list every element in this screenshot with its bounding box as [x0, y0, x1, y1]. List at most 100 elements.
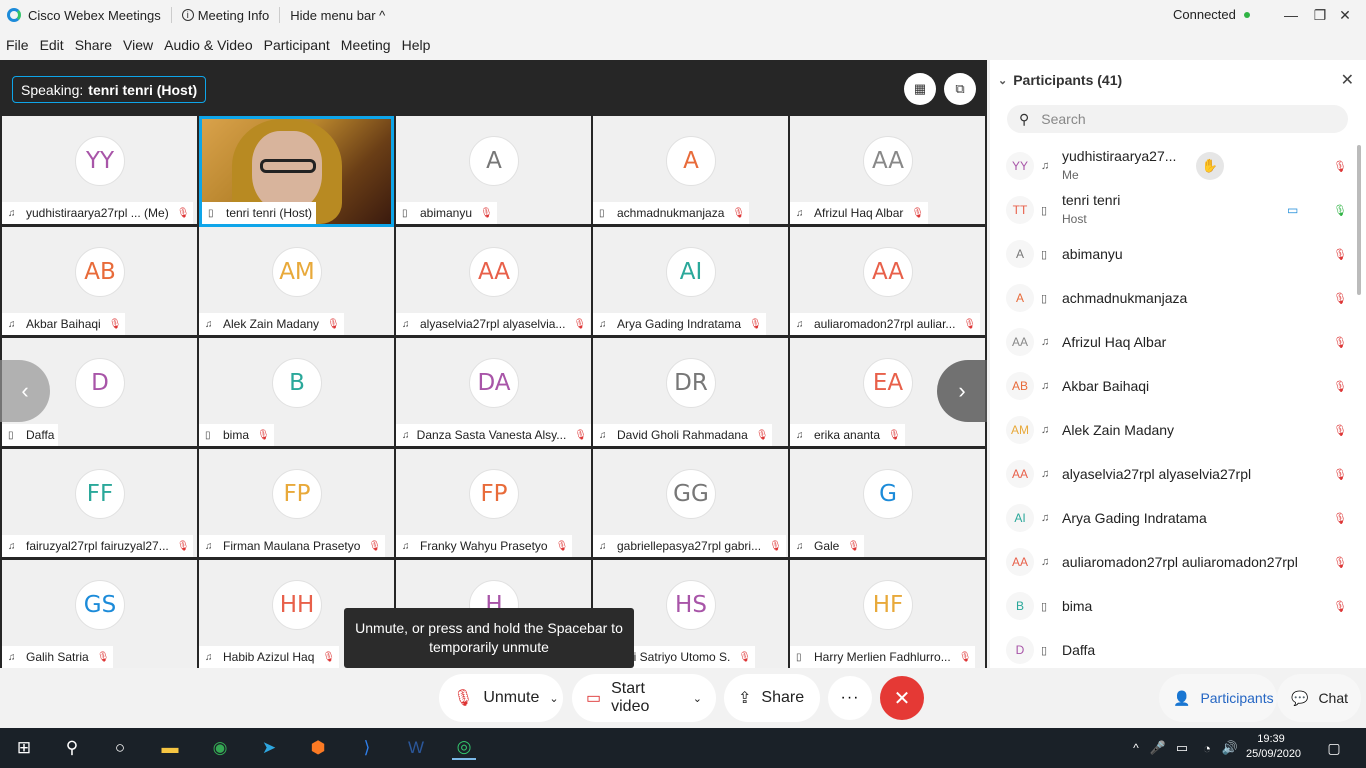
participant-list-item[interactable]: AB ♫ Akbar Baihaqi 🎙 [990, 364, 1366, 408]
participant-list-item[interactable]: AM ♫ Alek Zain Madany 🎙 [990, 408, 1366, 452]
chevron-down-icon[interactable]: ⌄ [549, 692, 558, 705]
participant-tile[interactable]: FP ♫ Firman Maulana Prasetyo 🎙 [199, 449, 394, 557]
menu-help[interactable]: Help [402, 37, 431, 53]
participant-list-item[interactable]: AA ♫ alyaselvia27rpl alyaselvia27rpl 🎙 [990, 452, 1366, 496]
microphone-icon[interactable]: 🎤 [1146, 736, 1170, 760]
participant-tile[interactable]: B ▯ bima 🎙 [199, 338, 394, 446]
avatar: AM [272, 247, 322, 297]
battery-icon[interactable]: ▭ [1170, 736, 1194, 760]
participant-list-item[interactable]: AA ♫ Afrizul Haq Albar 🎙 [990, 320, 1366, 364]
title-bar: Cisco Webex Meetings i Meeting Info Hide… [0, 0, 1366, 30]
task-view-icon[interactable]: ○ [108, 736, 132, 760]
participant-tile[interactable]: DR ♫ David Gholi Rahmadana 🎙 [593, 338, 788, 446]
menu-edit[interactable]: Edit [40, 37, 64, 53]
participant-tile[interactable]: FF ♫ fairuzyal27rpl fairuzyal27... 🎙 [2, 449, 197, 557]
collapse-chevron-icon[interactable]: ⌄ [998, 74, 1007, 87]
leave-meeting-button[interactable]: ✕ [880, 676, 924, 720]
participant-tile[interactable]: GG ♫ gabriellepasya27rpl gabri... 🎙 [593, 449, 788, 557]
participant-search-input[interactable]: ⚲ Search [1007, 105, 1348, 133]
participant-tile[interactable]: GS ♫ Galih Satria 🎙 [2, 560, 197, 668]
wifi-icon[interactable]: ◔ [1195, 736, 1219, 760]
participant-tile[interactable]: AM ♫ Alek Zain Madany 🎙 [199, 227, 394, 335]
hide-menu-bar-button[interactable]: Hide menu bar ^ [290, 8, 385, 23]
participant-list-item[interactable]: B ▯ bima 🎙 [990, 584, 1366, 628]
telegram-icon[interactable]: ➤ [257, 736, 281, 760]
mic-muted-icon: 🎙 [257, 429, 270, 441]
start-video-button[interactable]: ▭ Start video ⌄ [572, 674, 716, 722]
participant-name: David Gholi Rahmadana [617, 428, 748, 442]
avatar: DA [469, 358, 519, 408]
participant-tile[interactable]: FP ♫ Franky Wahyu Prasetyo 🎙 [396, 449, 591, 557]
meeting-controls: 🎙 Unmute ⌄ ▭ Start video ⌄ ⇪ Share ··· ✕… [0, 668, 1366, 728]
meeting-info-button[interactable]: i Meeting Info [181, 8, 269, 23]
participant-tile[interactable]: AA ♫ alyaselvia27rpl alyaselvia... 🎙 [396, 227, 591, 335]
close-panel-button[interactable]: ✕ [1341, 70, 1354, 90]
menu-meeting[interactable]: Meeting [341, 37, 391, 53]
mic-muted-icon: 🎙 [453, 690, 474, 707]
word-icon[interactable]: W [404, 736, 428, 760]
mic-muted-icon: 🎙 [1333, 556, 1347, 569]
raise-hand-button[interactable]: ✋ [1196, 152, 1224, 180]
xampp-icon[interactable]: ⬢ [306, 736, 330, 760]
participant-list-item[interactable]: AI ♫ Arya Gading Indratama 🎙 [990, 496, 1366, 540]
participant-tile[interactable]: YY ♫ yudhistiraarya27rpl ... (Me) 🎙 [2, 116, 197, 224]
participant-tile[interactable]: AA ♫ auliaromadon27rpl auliar... 🎙 [790, 227, 985, 335]
participant-tile[interactable]: G ♫ Gale 🎙 [790, 449, 985, 557]
popout-button[interactable]: ⧉ [944, 73, 976, 105]
participant-tile[interactable]: A ▯ achmadnukmanjaza 🎙 [593, 116, 788, 224]
participant-name: Daffa [1062, 642, 1096, 658]
participant-tile[interactable]: AB ♫ Akbar Baihaqi 🎙 [2, 227, 197, 335]
notifications-icon[interactable]: ▢ [1322, 736, 1346, 760]
headset-icon: ♫ [205, 540, 213, 552]
participant-name: alyaselvia27rpl alyaselvia... [420, 317, 566, 331]
participant-list-item[interactable]: A ▯ achmadnukmanjaza 🎙 [990, 276, 1366, 320]
menu-view[interactable]: View [123, 37, 153, 53]
participant-tile[interactable]: A ▯ abimanyu 🎙 [396, 116, 591, 224]
participant-name: Danza Sasta Vanesta Alsy... [416, 428, 567, 442]
participants-panel: ⌄ Participants (41) ✕ ⚲ Search YY ♫ yudhis… [990, 60, 1366, 668]
menu-file[interactable]: File [6, 37, 29, 53]
windows-start-icon[interactable]: ⊞ [12, 736, 36, 760]
system-clock[interactable]: 19:39 25/09/2020 [1246, 732, 1301, 762]
participant-name: Akbar Baihaqi [26, 317, 101, 331]
file-explorer-icon[interactable]: ▬ [158, 736, 182, 760]
chevron-right-icon: › [958, 378, 966, 403]
tray-chevron-icon[interactable]: ^ [1124, 736, 1148, 760]
close-window-button[interactable]: ✕ [1322, 0, 1366, 30]
participant-list-item[interactable]: TT ▯ tenri tenri Host ▭ 🎙 [990, 188, 1366, 232]
video-off-icon: ▭ [586, 690, 602, 707]
participant-tile[interactable]: AI ♫ Arya Gading Indratama 🎙 [593, 227, 788, 335]
headset-icon: ♫ [1041, 160, 1050, 172]
unmute-button[interactable]: 🎙 Unmute ⌄ [439, 674, 563, 722]
search-icon[interactable]: ⚲ [60, 736, 84, 760]
panel-scrollbar[interactable] [1357, 145, 1361, 295]
menu-participant[interactable]: Participant [264, 37, 330, 53]
participant-tile[interactable]: AA ♫ Afrizul Haq Albar 🎙 [790, 116, 985, 224]
menu-audio-video[interactable]: Audio & Video [164, 37, 252, 53]
participant-tile[interactable]: ▯ tenri tenri (Host) [199, 116, 394, 227]
participant-list-item[interactable]: AA ♫ auliaromadon27rpl auliaromadon27rpl 🎙 [990, 540, 1366, 584]
participant-list-item[interactable]: A ▯ abimanyu 🎙 [990, 232, 1366, 276]
chat-button[interactable]: 💬 Chat [1277, 674, 1361, 722]
participant-tile[interactable]: DA ♫ Danza Sasta Vanesta Alsy... 🎙 [396, 338, 591, 446]
share-button[interactable]: ⇪ Share [724, 674, 820, 722]
start-video-label: Start video [611, 680, 650, 715]
participant-list-item[interactable]: YY ♫ yudhistiraarya27... Me ✋ 🎙 [990, 144, 1366, 188]
participants-toggle-button[interactable]: 👤 Participants [1159, 674, 1277, 722]
more-options-button[interactable]: ··· [828, 676, 872, 720]
vscode-icon[interactable]: ⟩ [355, 736, 379, 760]
chevron-down-icon[interactable]: ⌄ [693, 692, 702, 705]
menu-share[interactable]: Share [75, 37, 112, 53]
participant-name: erika ananta [814, 428, 881, 442]
chrome-icon[interactable]: ◉ [208, 736, 232, 760]
participants-title: Participants (41) [1013, 72, 1123, 88]
participant-role: Me [1062, 168, 1079, 182]
grid-layout-button[interactable]: ▦ [904, 73, 936, 105]
webex-taskbar-icon[interactable]: ◎ [452, 736, 476, 760]
participant-nametag: ♫ Alek Zain Madany 🎙 [199, 313, 344, 335]
participant-list-item[interactable]: D ▯ Daffa [990, 628, 1366, 672]
participant-nametag: ▯ bima 🎙 [199, 424, 274, 446]
volume-icon[interactable]: 🔊 [1218, 736, 1242, 760]
headset-icon: ♫ [205, 318, 213, 330]
participant-tile[interactable]: HF ▯ Harry Merlien Fadhlurro... 🎙 [790, 560, 985, 668]
